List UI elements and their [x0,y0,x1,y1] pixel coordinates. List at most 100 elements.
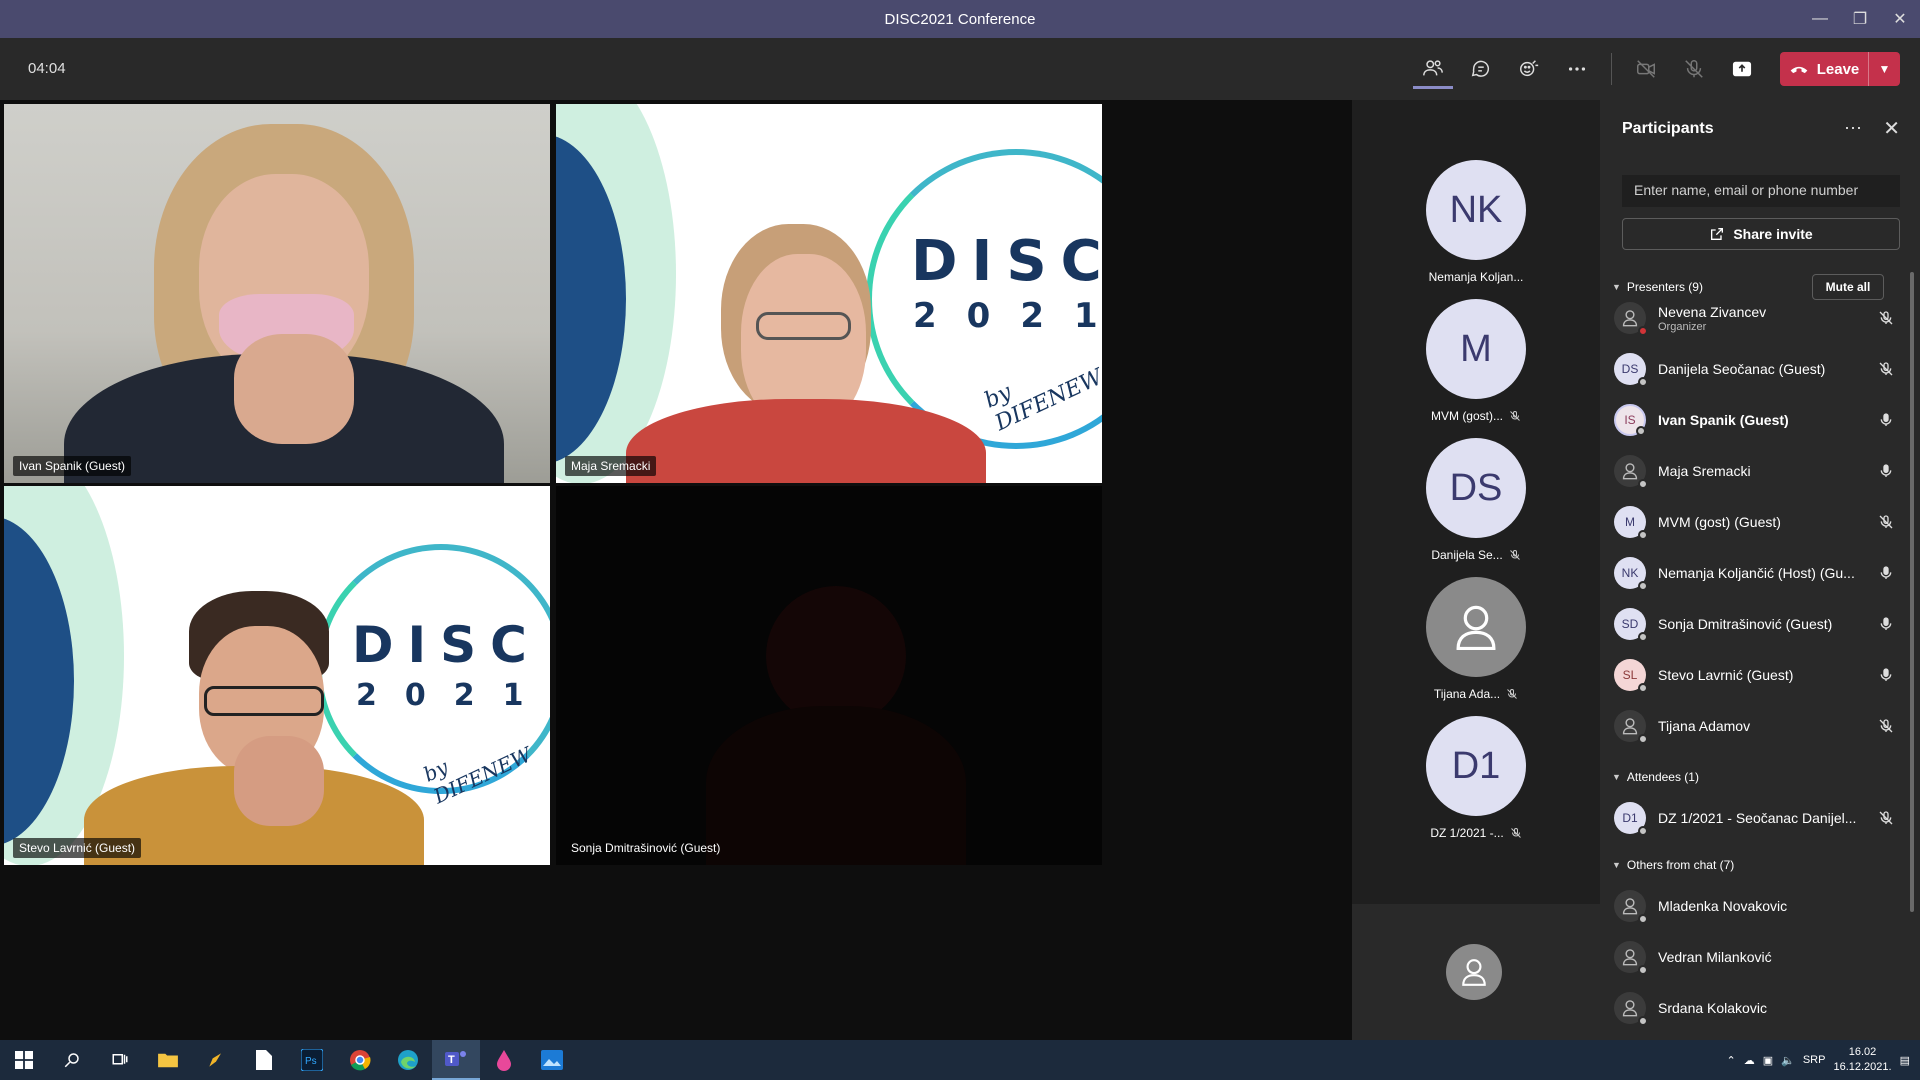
app-button[interactable] [528,1040,576,1080]
strip-participant[interactable]: NK Nemanja Koljan... [1352,160,1600,284]
language-indicator[interactable]: SRP [1803,1054,1826,1066]
file-explorer-button[interactable] [144,1040,192,1080]
share-invite-button[interactable]: Share invite [1622,218,1900,250]
cloud-icon[interactable]: ☁ [1744,1054,1755,1067]
clock[interactable]: 16.02 16.12.2021. [1833,1045,1891,1075]
chat-button[interactable] [1461,49,1501,89]
participant-row[interactable]: IS Ivan Spanik (Guest) [1614,400,1904,440]
video-tile-ivan[interactable]: Ivan Spanik (Guest) [4,104,550,483]
share-screen-button[interactable] [1722,49,1762,89]
participant-row[interactable]: DS Danijela Seočanac (Guest) [1614,349,1904,389]
tile-name-tag: Stevo Lavrnić (Guest) [13,838,142,858]
strip-participant[interactable]: M MVM (gost)... [1352,299,1600,423]
avatar-initials: SL [1622,668,1638,682]
close-icon[interactable]: ✕ [1883,116,1900,141]
notifications-icon[interactable]: ▤ [1900,1054,1910,1067]
participant-mic[interactable] [1874,810,1898,826]
chevron-down-icon: ▼ [1612,860,1621,870]
participant-row[interactable]: Nevena Zivancev Organizer [1614,298,1904,338]
participant-row[interactable]: SL Stevo Lavrnić (Guest) [1614,655,1904,695]
brand-logo-line1: DISC [911,229,1102,294]
strip-participant-name: Tijana Ada... [1433,687,1501,701]
camera-toggle-button[interactable] [1626,49,1666,89]
more-actions-button[interactable] [1557,49,1597,89]
participant-mic[interactable] [1874,565,1898,581]
others-section-header[interactable]: ▼ Others from chat (7) [1612,858,1734,872]
leave-options-chevron-icon[interactable]: ▼ [1868,52,1900,86]
participant-name: Ivan Spanik (Guest) [1658,412,1789,428]
participants-panel: Participants ⋯ ✕ Enter name, email or ph… [1600,100,1920,1040]
search-input[interactable]: Enter name, email or phone number [1622,175,1900,207]
leave-main-button[interactable]: Leave [1780,61,1868,78]
attendees-section-header[interactable]: ▼ Attendees (1) [1612,770,1699,784]
participant-row[interactable]: NK Nemanja Koljančić (Host) (Gu... [1614,553,1904,593]
clock-date: 16.12.2021. [1833,1061,1892,1073]
self-view[interactable] [1352,904,1600,1040]
participant-mic[interactable] [1874,616,1898,632]
edge-button[interactable] [384,1040,432,1080]
participant-row[interactable]: Maja Sremacki [1614,451,1904,491]
participant-name-block: Ivan Spanik (Guest) [1658,412,1874,428]
chat-icon [1471,60,1489,77]
raise-hand-icon [1520,60,1539,77]
participant-mic[interactable] [1874,310,1898,326]
chrome-button[interactable] [336,1040,384,1080]
strip-participant[interactable]: Tijana Ada... [1352,577,1600,701]
photoshop-button[interactable]: Ps [288,1040,336,1080]
avatar-initials: M [1625,515,1635,529]
leave-button[interactable]: Leave ▼ [1780,52,1900,86]
document-button[interactable] [240,1040,288,1080]
presenters-section-header[interactable]: ▼ Presenters (9) [1612,280,1703,294]
participant-mic[interactable] [1874,361,1898,377]
participant-row[interactable]: D1 DZ 1/2021 - Seočanac Danijel... [1614,798,1904,838]
video-tile-sonja[interactable]: Sonja Dmitrašinović (Guest) [556,486,1102,865]
app-button[interactable] [192,1040,240,1080]
participant-row[interactable]: M MVM (gost) (Guest) [1614,502,1904,542]
close-window-icon[interactable]: ✕ [1880,0,1920,38]
folder-icon [158,1053,178,1068]
avatar: D1 [1614,802,1648,836]
teams-button[interactable]: T [432,1040,480,1080]
participant-row[interactable]: Tijana Adamov [1614,706,1904,746]
participant-mic[interactable] [1874,718,1898,734]
participant-mic[interactable] [1874,412,1898,428]
taskbar: Ps T ⌃ ☁ ▣ 🔈 SRP 16.02 16.12.2021. ▤ [0,1040,1920,1080]
video-tile-stevo[interactable]: DISC 2021 by DIFENEW Stevo Lavrnić (Gues… [4,486,550,865]
mic-off-icon [1685,60,1703,78]
volume-icon[interactable]: 🔈 [1781,1054,1795,1067]
mic-off-icon [1879,515,1893,529]
person-icon [1622,718,1638,735]
participant-name-block: Nemanja Koljančić (Host) (Gu... [1658,565,1874,581]
participant-row[interactable]: Srdana Kolakovic [1614,988,1904,1028]
participant-row[interactable]: SD Sonja Dmitrašinović (Guest) [1614,604,1904,644]
more-icon[interactable]: ⋯ [1844,118,1862,139]
task-view-button[interactable] [96,1040,144,1080]
participant-name: Vedran Milanković [1658,949,1772,965]
participant-mic[interactable] [1874,463,1898,479]
reactions-button[interactable] [1509,49,1549,89]
person-icon [1622,463,1638,480]
participant-row[interactable]: Vedran Milanković [1614,937,1904,977]
search-button[interactable] [48,1040,96,1080]
chevron-up-icon[interactable]: ⌃ [1727,1054,1736,1067]
minimize-icon[interactable]: — [1800,0,1840,38]
app-button[interactable] [480,1040,528,1080]
participant-mic[interactable] [1874,514,1898,530]
network-icon[interactable]: ▣ [1763,1054,1773,1067]
participant-name-block: DZ 1/2021 - Seočanac Danijel... [1658,810,1874,826]
mic-toggle-button[interactable] [1674,49,1714,89]
people-button[interactable] [1413,49,1453,89]
strip-participant-name: Danijela Se... [1431,548,1503,562]
mute-all-button[interactable]: Mute all [1812,274,1884,300]
start-button[interactable] [0,1040,48,1080]
presence-dot [1638,914,1648,924]
video-tile-maja[interactable]: DISC 2021 by DIFENEW Maja Sremacki [556,104,1102,483]
tile-name-tag: Ivan Spanik (Guest) [13,456,132,476]
presence-dot [1638,965,1648,975]
participant-row[interactable]: Mladenka Novakovic [1614,886,1904,926]
participant-mic[interactable] [1874,667,1898,683]
restore-icon[interactable]: ❐ [1840,0,1880,38]
strip-participant[interactable]: D1 DZ 1/2021 -... [1352,716,1600,840]
strip-participant[interactable]: DS Danijela Se... [1352,438,1600,562]
panel-scrollbar[interactable] [1910,272,1914,912]
